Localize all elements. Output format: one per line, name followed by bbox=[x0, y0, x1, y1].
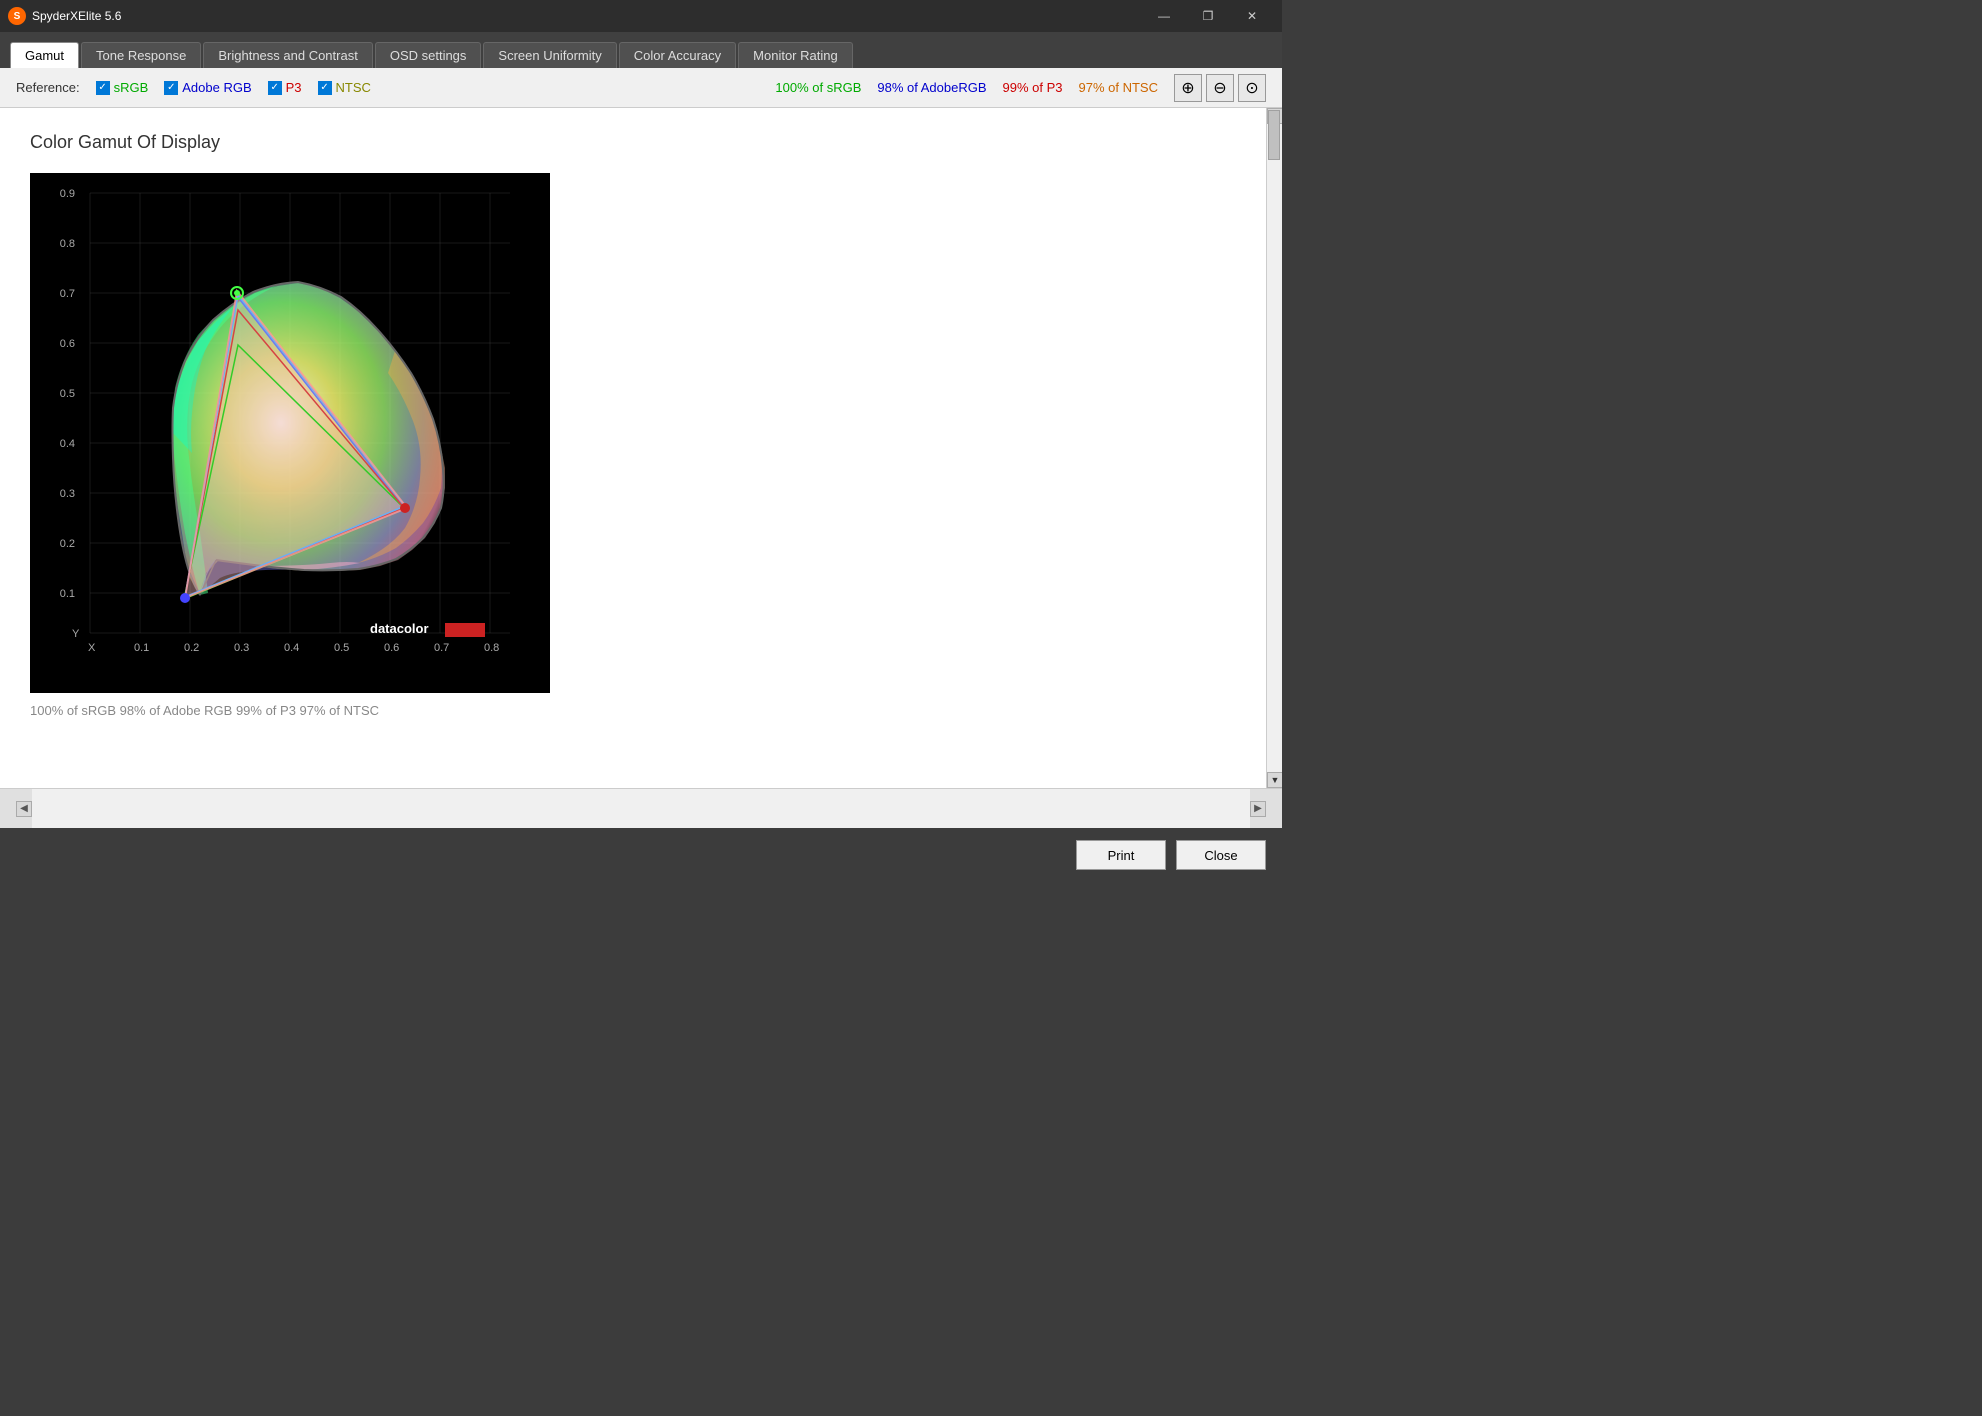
tab-bar: Gamut Tone Response Brightness and Contr… bbox=[0, 32, 1282, 68]
stat-p3: 99% of P3 bbox=[1003, 80, 1063, 95]
bottom-stats: 100% of sRGB 98% of Adobe RGB 99% of P3 … bbox=[30, 703, 1236, 718]
zoom-fit-button[interactable]: ⊙ bbox=[1238, 74, 1266, 102]
svg-text:0.5: 0.5 bbox=[334, 642, 349, 654]
svg-text:0.2: 0.2 bbox=[184, 642, 199, 654]
svg-text:0.7: 0.7 bbox=[434, 642, 449, 654]
main-area: Color Gamut Of Display bbox=[0, 108, 1282, 788]
main-content: Color Gamut Of Display bbox=[0, 108, 1266, 788]
hscroll-right-arrow[interactable]: ▶ bbox=[1250, 801, 1266, 817]
minimize-button[interactable]: — bbox=[1142, 0, 1186, 32]
content-wrapper: Reference: sRGB Adobe RGB P3 NTSC 100% o… bbox=[0, 68, 1282, 828]
bottom-status-bar: ◀ ▶ bbox=[0, 788, 1282, 828]
reference-label: Reference: bbox=[16, 80, 80, 95]
ref-p3-label: P3 bbox=[286, 80, 302, 95]
checkbox-p3[interactable] bbox=[268, 81, 282, 95]
zoom-out-button[interactable]: ⊖ bbox=[1206, 74, 1234, 102]
reference-bar: Reference: sRGB Adobe RGB P3 NTSC 100% o… bbox=[0, 68, 1282, 108]
tab-gamut[interactable]: Gamut bbox=[10, 42, 79, 68]
close-button[interactable]: ✕ bbox=[1230, 0, 1274, 32]
tab-tone-response[interactable]: Tone Response bbox=[81, 42, 201, 68]
tab-osd-settings[interactable]: OSD settings bbox=[375, 42, 482, 68]
tab-brightness-contrast[interactable]: Brightness and Contrast bbox=[203, 42, 372, 68]
hscroll-track[interactable] bbox=[32, 789, 1250, 828]
svg-text:0.7: 0.7 bbox=[60, 288, 75, 300]
checkbox-adobe[interactable] bbox=[164, 81, 178, 95]
stat-ntsc: 97% of NTSC bbox=[1079, 80, 1158, 95]
svg-text:0.9: 0.9 bbox=[60, 188, 75, 200]
app-icon: S bbox=[8, 7, 26, 25]
svg-text:0.1: 0.1 bbox=[134, 642, 149, 654]
hscroll-left-arrow[interactable]: ◀ bbox=[16, 801, 32, 817]
stat-adobe: 98% of AdobeRGB bbox=[877, 80, 986, 95]
zoom-controls: ⊕ ⊖ ⊙ bbox=[1174, 74, 1266, 102]
ref-p3: P3 bbox=[268, 80, 302, 95]
svg-text:0.5: 0.5 bbox=[60, 388, 75, 400]
svg-text:0.4: 0.4 bbox=[284, 642, 299, 654]
print-button[interactable]: Print bbox=[1076, 840, 1166, 870]
ref-srgb-label: sRGB bbox=[114, 80, 149, 95]
window-controls: — ❐ ✕ bbox=[1142, 0, 1274, 32]
content-title: Color Gamut Of Display bbox=[30, 132, 1236, 153]
restore-button[interactable]: ❐ bbox=[1186, 0, 1230, 32]
cie-diagram: 0.9 0.8 0.7 0.6 0.5 0.4 0.3 0.2 0.1 X 0.… bbox=[30, 173, 550, 693]
tab-screen-uniformity[interactable]: Screen Uniformity bbox=[483, 42, 616, 68]
svg-text:0.3: 0.3 bbox=[234, 642, 249, 654]
tab-color-accuracy[interactable]: Color Accuracy bbox=[619, 42, 736, 68]
svg-text:0.4: 0.4 bbox=[60, 438, 75, 450]
svg-text:0.8: 0.8 bbox=[484, 642, 499, 654]
svg-text:0.6: 0.6 bbox=[384, 642, 399, 654]
scroll-down-arrow[interactable]: ▼ bbox=[1267, 772, 1282, 788]
cie-diagram-container: 0.9 0.8 0.7 0.6 0.5 0.4 0.3 0.2 0.1 X 0.… bbox=[30, 173, 550, 693]
ref-ntsc: NTSC bbox=[318, 80, 371, 95]
ref-ntsc-label: NTSC bbox=[336, 80, 371, 95]
svg-text:Y: Y bbox=[72, 628, 80, 640]
stat-srgb: 100% of sRGB bbox=[775, 80, 861, 95]
titlebar: S SpyderXElite 5.6 — ❐ ✕ bbox=[0, 0, 1282, 32]
svg-text:0.3: 0.3 bbox=[60, 488, 75, 500]
svg-text:datacolor: datacolor bbox=[370, 621, 429, 636]
ref-adobe-label: Adobe RGB bbox=[182, 80, 251, 95]
zoom-in-button[interactable]: ⊕ bbox=[1174, 74, 1202, 102]
svg-text:0.8: 0.8 bbox=[60, 238, 75, 250]
scroll-thumb[interactable] bbox=[1268, 110, 1280, 160]
tab-monitor-rating[interactable]: Monitor Rating bbox=[738, 42, 853, 68]
checkbox-ntsc[interactable] bbox=[318, 81, 332, 95]
ref-adobe: Adobe RGB bbox=[164, 80, 251, 95]
close-button-footer[interactable]: Close bbox=[1176, 840, 1266, 870]
checkbox-srgb[interactable] bbox=[96, 81, 110, 95]
vertical-scrollbar[interactable]: ▲ ▼ bbox=[1266, 108, 1282, 788]
svg-text:X: X bbox=[88, 642, 96, 654]
svg-text:0.2: 0.2 bbox=[60, 538, 75, 550]
app-title: SpyderXElite 5.6 bbox=[32, 9, 1142, 23]
svg-text:0.6: 0.6 bbox=[60, 338, 75, 350]
svg-text:0.1: 0.1 bbox=[60, 588, 75, 600]
ref-srgb: sRGB bbox=[96, 80, 149, 95]
footer: Print Close bbox=[0, 828, 1282, 882]
